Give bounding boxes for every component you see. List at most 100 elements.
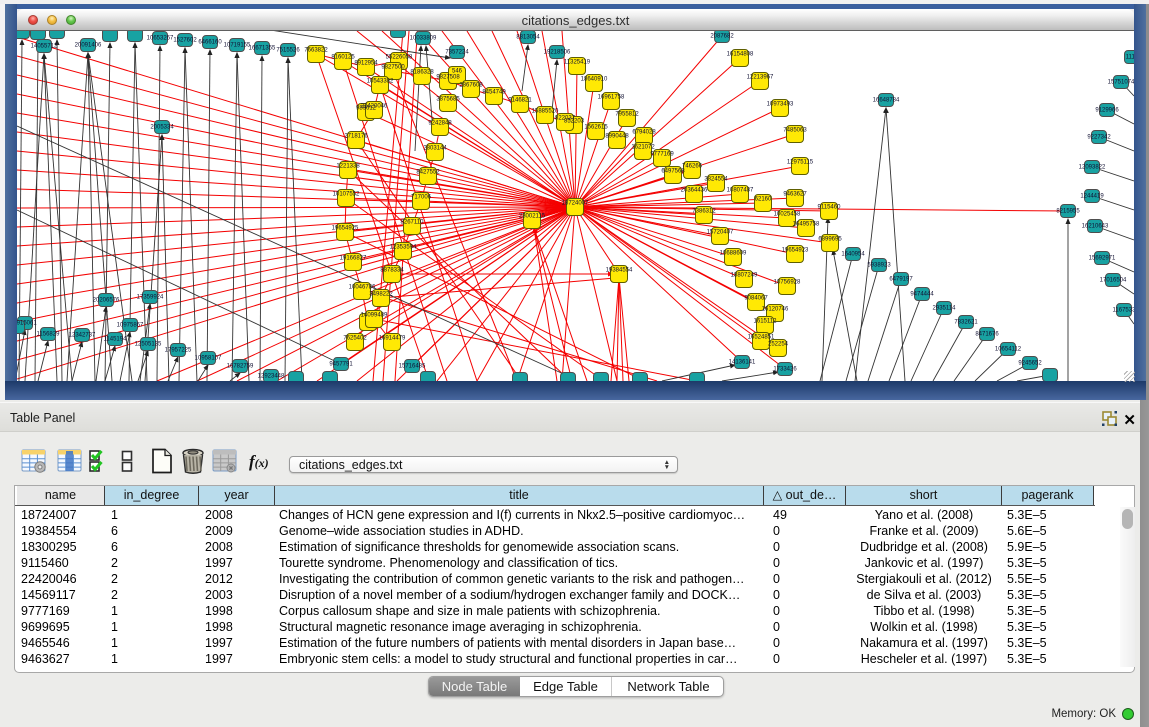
svg-text:7386312: 7386312 [692, 209, 716, 215]
svg-text:16524851: 16524851 [748, 335, 775, 341]
svg-text:8160125: 8160125 [331, 55, 355, 61]
svg-text:17957225: 17957225 [165, 348, 192, 354]
svg-text:12505135: 12505135 [135, 342, 162, 348]
svg-text:2935114: 2935114 [933, 306, 957, 312]
svg-text:3915061: 3915061 [17, 321, 37, 327]
svg-text:746266: 746266 [682, 164, 703, 170]
svg-text:7485063: 7485063 [783, 128, 807, 134]
svg-text:822037: 822037 [555, 116, 576, 122]
svg-text:12975115: 12975115 [787, 160, 814, 166]
svg-text:10543382: 10543382 [367, 79, 394, 85]
svg-text:8215955: 8215955 [1056, 209, 1080, 215]
svg-text:17016504: 17016504 [1100, 278, 1127, 284]
svg-text:2803144: 2803144 [423, 146, 447, 152]
svg-text:9827508: 9827508 [436, 75, 460, 81]
svg-text:6794028: 6794028 [632, 130, 656, 136]
svg-text:9457791: 9457791 [329, 362, 353, 368]
svg-text:9129966: 9129966 [1095, 108, 1119, 114]
svg-text:16671355: 16671355 [249, 46, 276, 52]
svg-text:9227342: 9227342 [1087, 135, 1111, 141]
svg-text:14099489: 14099489 [361, 313, 388, 319]
svg-text:7515526: 7515526 [276, 48, 300, 54]
svg-text:10654112: 10654112 [995, 347, 1022, 353]
svg-text:1167533: 1167533 [1113, 308, 1134, 314]
svg-text:15720407: 15720407 [707, 230, 734, 236]
svg-text:8454749: 8454749 [482, 90, 506, 96]
svg-text:11325419: 11325419 [564, 60, 591, 66]
svg-text:252254: 252254 [768, 342, 789, 348]
svg-text:5938923: 5938923 [867, 263, 891, 269]
svg-text:8813054: 8813054 [516, 35, 540, 41]
svg-text:15716485: 15716485 [399, 364, 426, 370]
svg-text:9245652: 9245652 [1018, 361, 1042, 367]
svg-text:9115460: 9115460 [818, 205, 842, 211]
svg-text:23002115: 23002115 [519, 214, 546, 220]
svg-text:20364436: 20364436 [681, 188, 708, 194]
svg-text:1156829: 1156829 [37, 332, 61, 338]
svg-text:12093822: 12093822 [1079, 165, 1106, 171]
svg-text:18724007: 18724007 [562, 201, 589, 207]
svg-text:20206576: 20206576 [93, 298, 120, 304]
svg-text:8990448: 8990448 [605, 134, 629, 140]
svg-text:14136141: 14136141 [729, 360, 756, 366]
svg-text:1621072: 1621072 [631, 145, 655, 151]
svg-text:8912954: 8912954 [354, 61, 378, 67]
svg-text:15751074: 15751074 [1108, 80, 1134, 86]
svg-text:9777169: 9777169 [650, 152, 674, 158]
svg-text:546: 546 [452, 69, 463, 75]
svg-text:12923448: 12923448 [258, 374, 285, 380]
svg-text:55226058: 55226058 [386, 55, 413, 61]
svg-text:8878334: 8878334 [380, 268, 404, 274]
svg-text:18640910: 18640910 [581, 77, 608, 83]
svg-text:9242848: 9242848 [428, 121, 452, 127]
svg-text:6466160: 6466160 [198, 40, 222, 46]
svg-text:15885520: 15885520 [532, 109, 559, 115]
svg-text:22420046: 22420046 [361, 104, 388, 110]
svg-text:2005334: 2005334 [150, 125, 174, 131]
svg-text:10719155: 10719155 [224, 43, 251, 49]
svg-text:10975867: 10975867 [117, 323, 144, 329]
svg-text:1145194: 1145194 [104, 337, 128, 343]
svg-text:10688609: 10688609 [720, 251, 747, 257]
svg-text:3875685: 3875685 [436, 97, 460, 103]
svg-text:19654925: 19654925 [332, 226, 359, 232]
svg-text:16120746: 16120746 [762, 307, 789, 313]
svg-text:15692971: 15692971 [1089, 256, 1116, 262]
svg-text:10756928: 10756928 [774, 280, 801, 286]
svg-text:7357224: 7357224 [445, 50, 469, 56]
svg-text:9463627: 9463627 [783, 192, 807, 198]
svg-text:1527602: 1527602 [173, 38, 197, 44]
svg-text:16961758: 16961758 [598, 95, 625, 101]
svg-text:6479197: 6479197 [889, 277, 913, 283]
svg-text:1615112: 1615112 [754, 319, 778, 325]
svg-text:1733426: 1733426 [773, 367, 797, 373]
svg-text:17359924: 17359924 [137, 295, 164, 301]
svg-text:14055712: 14055712 [31, 44, 58, 50]
svg-text:16648784: 16648784 [873, 98, 900, 104]
svg-text:16210643: 16210643 [1082, 224, 1109, 230]
svg-text:9474444: 9474444 [910, 292, 934, 298]
svg-text:18807249: 18807249 [731, 273, 758, 279]
svg-text:7663822: 7663822 [304, 48, 328, 54]
svg-text:10973493: 10973493 [767, 102, 794, 108]
svg-text:16914479: 16914479 [379, 336, 406, 342]
svg-text:20091406: 20091406 [75, 43, 102, 49]
svg-text:10033809: 10033809 [410, 36, 437, 42]
svg-text:10107552: 10107552 [333, 192, 360, 198]
svg-text:717006: 717006 [411, 195, 432, 201]
svg-text:62160: 62160 [755, 197, 772, 203]
svg-text:6899695: 6899695 [818, 237, 842, 243]
svg-text:10958107: 10958107 [195, 356, 222, 362]
svg-text:2087682: 2087682 [710, 34, 734, 40]
svg-text:12353594: 12353594 [390, 245, 417, 251]
svg-text:1117: 1117 [1126, 55, 1134, 61]
svg-text:10046786: 10046786 [349, 285, 376, 291]
svg-text:1244419: 1244419 [1080, 194, 1104, 200]
svg-text:19218506: 19218506 [544, 50, 571, 56]
svg-text:2718176: 2718176 [344, 134, 368, 140]
svg-text:9084067: 9084067 [744, 296, 768, 302]
svg-text:12342737: 12342737 [69, 333, 96, 339]
svg-text:3498222: 3498222 [369, 292, 393, 298]
svg-text:19384554: 19384554 [606, 268, 633, 274]
svg-text:8267110: 8267110 [401, 220, 425, 226]
